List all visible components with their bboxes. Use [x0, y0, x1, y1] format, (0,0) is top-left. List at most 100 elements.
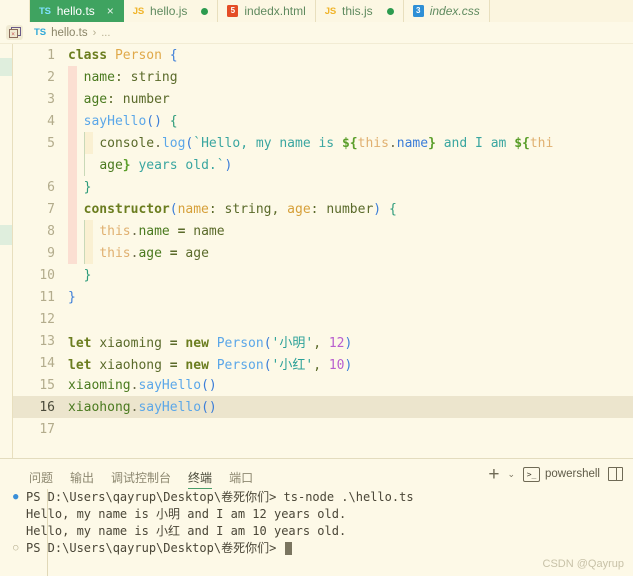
code-line-text[interactable]: } — [68, 268, 633, 283]
terminal-shell-selector[interactable]: >_ powershell — [523, 466, 600, 482]
editor-tab-bar: TS hello.ts × JS hello.js 5 indedx.html JS this.… — [0, 0, 633, 22]
code-line[interactable]: age} years old.`) — [13, 154, 633, 176]
code-line-text[interactable]: } — [68, 290, 633, 305]
editor-tab-index-css[interactable]: 3 index.css — [403, 0, 490, 22]
line-number: 8 — [47, 223, 55, 239]
new-terminal-button[interactable]: + — [488, 465, 499, 484]
code-token: = — [169, 335, 178, 351]
code-line-text[interactable]: let xiaoming = new Person('小明', 12) — [68, 332, 633, 351]
code-line-text[interactable]: name: string — [68, 70, 633, 85]
code-line[interactable]: 2 name: string — [13, 66, 633, 88]
code-token: and I am — [435, 135, 515, 151]
code-token: name — [396, 135, 429, 151]
javascript-icon: JS — [132, 5, 145, 17]
code-line[interactable]: 5 console.log(`Hello, my name is ${this.… — [13, 132, 633, 154]
editor-area: 1 class Person {2 name: string 3 age: numb… — [0, 43, 633, 458]
code-token: } — [68, 289, 76, 305]
code-line[interactable]: 4 sayHello() { — [13, 110, 633, 132]
editor-tab-hello-js[interactable]: JS hello.js — [123, 0, 219, 22]
code-token: = — [169, 245, 178, 261]
code-token: } — [122, 157, 131, 173]
code-token: name — [83, 69, 115, 85]
split-terminal-icon[interactable] — [608, 467, 623, 481]
code-line[interactable]: 1 class Person { — [13, 44, 633, 66]
code-token: years old.` — [130, 157, 225, 173]
code-token: string — [130, 69, 178, 85]
code-line-text[interactable]: xiaohong.sayHello() — [68, 400, 633, 415]
panel-tab-1[interactable]: 输出 — [70, 472, 94, 489]
editor-tab-this-js[interactable]: JS this.js — [315, 0, 404, 22]
code-token: xiaohong — [99, 357, 162, 373]
code-line[interactable]: 16 xiaohong.sayHello() — [13, 396, 633, 418]
panel-tab-4[interactable]: 端口 — [229, 472, 253, 489]
code-line-text[interactable]: age} years old.`) — [68, 158, 633, 173]
code-token: ) — [344, 357, 353, 373]
code-line-text[interactable]: class Person { — [68, 48, 633, 63]
code-line[interactable]: 15 xiaoming.sayHello() — [13, 374, 633, 396]
terminal-line-text: Hello, my name is 小明 and I am 12 years o… — [26, 507, 347, 521]
terminal-icon: >_ — [523, 466, 541, 482]
chevron-right-icon: › — [92, 26, 97, 39]
line-number: 6 — [47, 179, 55, 195]
code-line-text[interactable]: let xiaohong = new Person('小红', 10) — [68, 354, 633, 373]
code-line-text[interactable]: age: number — [68, 92, 633, 107]
code-token: Person — [114, 47, 162, 63]
code-line-text[interactable]: sayHello() { — [68, 114, 633, 129]
code-token: { — [388, 201, 397, 217]
panel-tab-0[interactable]: 问题 — [29, 472, 53, 489]
line-number: 4 — [47, 113, 55, 129]
overview-ruler[interactable] — [0, 44, 12, 458]
code-line[interactable]: 7 constructor(name: string, age: number)… — [13, 198, 633, 220]
code-token: string — [224, 201, 272, 217]
code-line-text[interactable]: console.log(`Hello, my name is ${this.na… — [68, 136, 633, 151]
code-line[interactable]: 12 — [13, 308, 633, 330]
terminal-line: ● PS D:\Users\qayrup\Desktop\卷死你们> ts-nod… — [13, 489, 633, 506]
editor-tab-hello-ts[interactable]: TS hello.ts × — [30, 0, 124, 22]
editor-tab-label: this.js — [342, 4, 373, 18]
terminal-output[interactable]: ● PS D:\Users\qayrup\Desktop\卷死你们> ts-nod… — [0, 489, 633, 576]
code-line-text[interactable]: this.age = age — [68, 246, 633, 261]
code-line[interactable]: 9 this.age = age — [13, 242, 633, 264]
code-line[interactable]: 10 } — [13, 264, 633, 286]
panel-tab-2[interactable]: 调试控制台 — [111, 472, 171, 489]
breadcrumb[interactable]: TS hello.ts › ... — [29, 27, 110, 39]
breadcrumb-more[interactable]: ... — [101, 27, 110, 39]
code-token: ( — [169, 201, 178, 217]
code-token: this — [357, 135, 389, 151]
code-token: xiaohong — [68, 399, 131, 415]
toggle-panel-icon[interactable]: × — [6, 25, 23, 40]
code-line[interactable]: 8 this.name = name — [13, 220, 633, 242]
terminal-divider — [47, 489, 48, 576]
code-line[interactable]: 13 let xiaoming = new Person('小明', 12) — [13, 330, 633, 352]
code-line-text[interactable]: } — [68, 180, 633, 195]
code-line[interactable]: 14 let xiaohong = new Person('小红', 10) — [13, 352, 633, 374]
typescript-icon: TS — [34, 27, 47, 38]
code-token: . — [154, 135, 162, 151]
code-line[interactable]: 3 age: number — [13, 88, 633, 110]
code-line-text[interactable]: constructor(name: string, age: number) { — [68, 202, 633, 217]
editor-tab-indedx-html[interactable]: 5 indedx.html — [218, 0, 316, 22]
code-line[interactable]: 6 } — [13, 176, 633, 198]
javascript-icon: JS — [324, 5, 336, 17]
line-number: 10 — [39, 267, 55, 283]
code-line[interactable]: 11} — [13, 286, 633, 308]
code-editor[interactable]: 1 class Person {2 name: string 3 age: numb… — [13, 44, 633, 458]
code-token: ) — [224, 157, 233, 173]
panel-tab-3[interactable]: 终端 — [188, 472, 213, 489]
code-line-text[interactable]: xiaoming.sayHello() — [68, 378, 633, 393]
close-icon[interactable]: × — [107, 5, 114, 17]
code-token: age — [185, 245, 209, 261]
code-line[interactable]: 17 — [13, 418, 633, 440]
chevron-down-icon[interactable]: ⌄ — [507, 469, 515, 480]
code-token: ${ — [341, 135, 358, 151]
breadcrumb-file[interactable]: hello.ts — [51, 27, 87, 39]
code-token: sayHello — [83, 113, 147, 129]
code-line-text[interactable]: this.name = name — [68, 224, 633, 239]
code-token: `Hello, my name is — [193, 135, 342, 151]
